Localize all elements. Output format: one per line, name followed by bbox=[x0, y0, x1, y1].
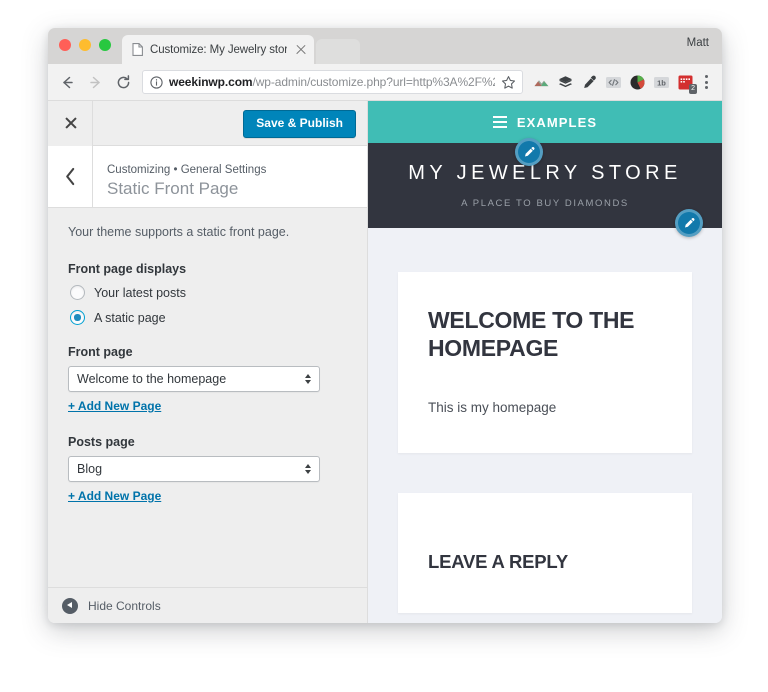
posts-page-label: Posts page bbox=[68, 435, 135, 449]
address-bar[interactable]: weekinwp.com/wp-admin/customize.php?url=… bbox=[142, 70, 523, 94]
svg-text:1b: 1b bbox=[657, 78, 666, 87]
edit-pin-widget-area[interactable] bbox=[675, 209, 703, 237]
radio-icon-latest-posts[interactable] bbox=[70, 285, 85, 300]
content-card-homepage: WELCOME TO THE HOMEPAGE This is my homep… bbox=[398, 272, 692, 453]
browser-tab-title: Customize: My Jewelry store - bbox=[150, 43, 287, 56]
card-heading: LEAVE A REPLY bbox=[428, 551, 568, 572]
posts-page-select[interactable]: Blog bbox=[68, 456, 320, 482]
site-title: MY JEWELRY STORE bbox=[408, 162, 682, 184]
card-body-text: This is my homepage bbox=[428, 400, 557, 415]
hide-controls-label: Hide Controls bbox=[88, 598, 161, 613]
site-tagline: A PLACE TO BUY DIAMONDS bbox=[461, 198, 629, 209]
address-bar-url: weekinwp.com/wp-admin/customize.php?url=… bbox=[169, 75, 495, 89]
close-icon[interactable] bbox=[294, 43, 308, 57]
page-viewport: Save & Publish Customizing • General Set… bbox=[48, 100, 722, 623]
pencil-icon bbox=[684, 217, 694, 227]
forward-arrow-icon bbox=[82, 69, 108, 95]
close-customizer-button[interactable] bbox=[48, 100, 93, 146]
extension-icons: 1b 2 bbox=[529, 74, 697, 94]
customizer-controls: Your theme supports a static front page.… bbox=[48, 208, 367, 587]
bookmark-star-icon[interactable] bbox=[501, 75, 516, 90]
kebab-menu-icon[interactable] bbox=[698, 74, 714, 91]
add-new-page-link-posts[interactable]: + Add New Page bbox=[68, 489, 161, 503]
chevron-left-icon[interactable] bbox=[48, 146, 93, 207]
chevron-updown-icon bbox=[305, 374, 311, 384]
browser-tab-active[interactable]: Customize: My Jewelry store - bbox=[122, 35, 314, 64]
radio-icon-static-page[interactable] bbox=[70, 310, 85, 325]
edit-pin-site-title[interactable] bbox=[515, 138, 543, 166]
content-card-leave-a-reply: LEAVE A REPLY bbox=[398, 493, 692, 613]
front-page-displays-label: Front page displays bbox=[68, 262, 187, 276]
card-spacer bbox=[398, 453, 692, 493]
breadcrumb: Customizing • General Settings bbox=[107, 164, 267, 176]
radio-a-static-page[interactable]: A static page bbox=[68, 310, 347, 325]
chevron-updown-icon bbox=[305, 464, 311, 474]
site-header: MY JEWELRY STORE A PLACE TO BUY DIAMONDS bbox=[368, 143, 722, 228]
hide-controls-button[interactable]: Hide Controls bbox=[48, 587, 367, 623]
extension-badge-count: 2 bbox=[689, 83, 697, 94]
maximize-window-button[interactable] bbox=[99, 39, 111, 51]
hamburger-menu-icon[interactable] bbox=[492, 116, 507, 128]
posts-page-select-value: Blog bbox=[77, 462, 103, 476]
site-preview-pane: EXAMPLES MY JEWELRY STORE A PLACE TO BUY… bbox=[368, 101, 722, 623]
save-and-publish-button[interactable]: Save & Publish bbox=[243, 110, 356, 138]
onebox-icon[interactable]: 1b bbox=[653, 74, 670, 91]
reload-icon[interactable] bbox=[110, 69, 136, 95]
preview-content: WELCOME TO THE HOMEPAGE This is my homep… bbox=[368, 228, 722, 613]
back-arrow-icon[interactable] bbox=[54, 69, 80, 95]
url-path: /wp-admin/customize.php?url=http%3A%2F%2… bbox=[252, 75, 496, 89]
add-new-page-link-front[interactable]: + Add New Page bbox=[68, 399, 161, 413]
radio-your-latest-posts[interactable]: Your latest posts bbox=[68, 285, 347, 300]
browser-window: Customize: My Jewelry store - Matt weeki… bbox=[48, 28, 722, 623]
eyedropper-icon[interactable] bbox=[581, 74, 598, 91]
front-page-select-value: Welcome to the homepage bbox=[77, 372, 227, 386]
code-brackets-icon[interactable] bbox=[605, 74, 622, 91]
browser-toolbar: weekinwp.com/wp-admin/customize.php?url=… bbox=[48, 64, 722, 101]
customizer-topbar: Save & Publish bbox=[48, 100, 367, 146]
close-window-button[interactable] bbox=[59, 39, 71, 51]
navbar-menu-label[interactable]: EXAMPLES bbox=[517, 115, 597, 130]
posts-page-field: Posts page Blog + Add New Page bbox=[68, 435, 347, 505]
front-page-select[interactable]: Welcome to the homepage bbox=[68, 366, 320, 392]
customizer-sidebar: Save & Publish Customizing • General Set… bbox=[48, 100, 368, 623]
collapse-arrow-icon bbox=[62, 597, 78, 614]
red-extension-icon[interactable]: 2 bbox=[677, 74, 697, 94]
customizer-header-text: Customizing • General Settings Static Fr… bbox=[93, 146, 266, 207]
panel-description: Your theme supports a static front page. bbox=[68, 225, 290, 239]
browser-tab-strip: Customize: My Jewelry store - Matt bbox=[48, 28, 722, 64]
radio-label-static-page: A static page bbox=[94, 310, 166, 325]
pencil-icon bbox=[524, 146, 534, 156]
browser-profile-name[interactable]: Matt bbox=[687, 37, 709, 49]
front-page-field: Front page Welcome to the homepage + Add… bbox=[68, 345, 347, 415]
dark-circle-icon[interactable] bbox=[629, 74, 646, 91]
customizer-panel-header: Customizing • General Settings Static Fr… bbox=[48, 146, 367, 208]
info-circle-icon[interactable] bbox=[150, 75, 163, 89]
url-domain: weekinwp.com bbox=[169, 75, 253, 89]
desktop-backdrop: Customize: My Jewelry store - Matt weeki… bbox=[0, 0, 768, 692]
site-navbar: EXAMPLES bbox=[368, 101, 722, 143]
page-icon bbox=[132, 43, 143, 56]
page-title: Static Front Page bbox=[107, 179, 239, 198]
card-heading: WELCOME TO THE HOMEPAGE bbox=[428, 307, 635, 361]
radio-label-latest-posts: Your latest posts bbox=[94, 285, 186, 300]
new-tab-ghost[interactable] bbox=[316, 39, 360, 64]
minimize-window-button[interactable] bbox=[79, 39, 91, 51]
front-page-label: Front page bbox=[68, 345, 133, 359]
window-traffic-lights bbox=[59, 39, 111, 51]
mountain-peak-icon[interactable] bbox=[533, 74, 550, 91]
layers-stack-icon[interactable] bbox=[557, 74, 574, 91]
